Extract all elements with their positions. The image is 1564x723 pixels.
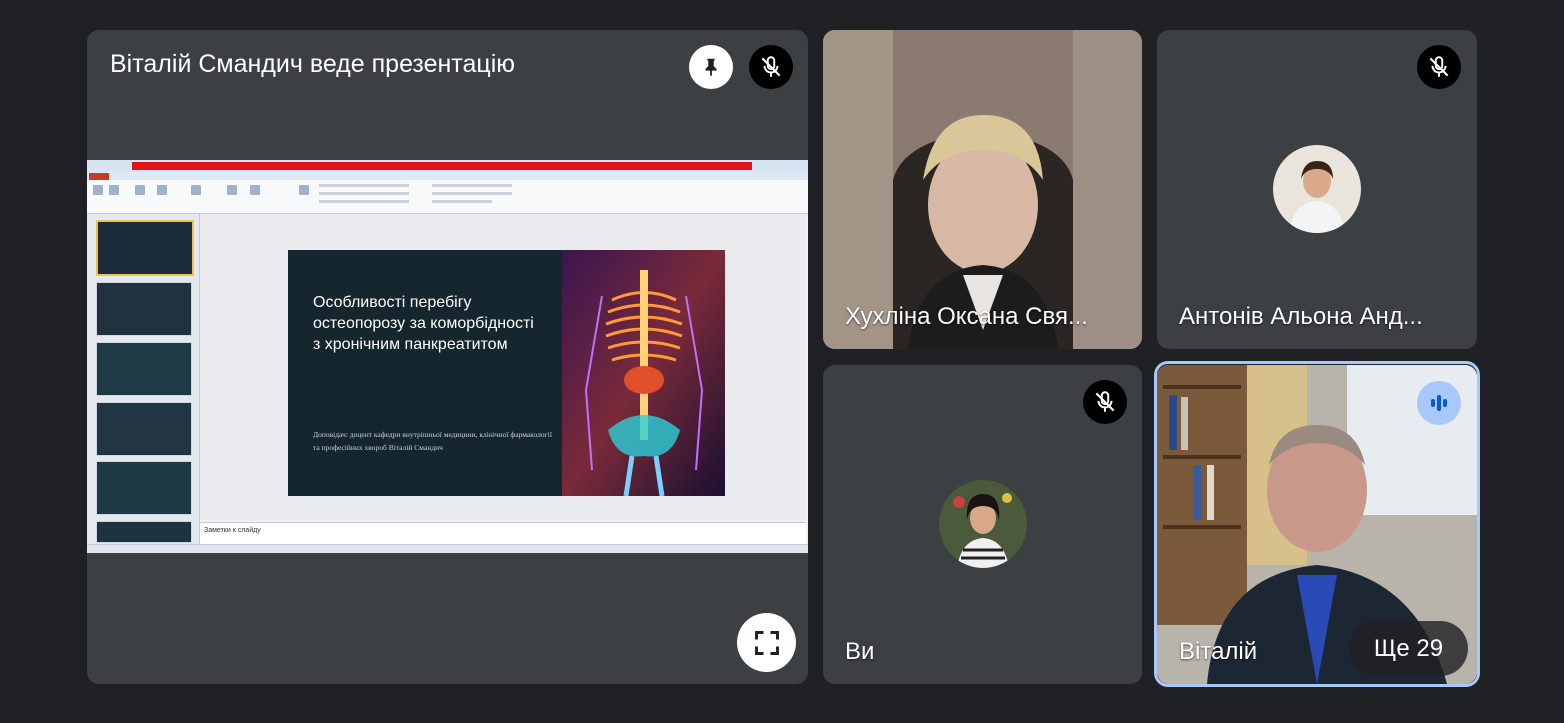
mic-status [1083,380,1127,424]
slide-title: Особливості перебігу остеопорозу за комо… [313,294,534,353]
pin-icon [705,58,717,77]
pin-button[interactable] [689,45,733,89]
slide-subtitle: Доповідач: доцент кафедри внутрішньої ме… [313,430,552,452]
ppt-ribbon [87,180,808,214]
avatar [939,480,1027,568]
slide-thumbnail [96,461,192,515]
participant-name: Хухліна Оксана Свя... [845,303,1088,330]
participant-name: Ви [845,638,875,665]
audio-level-icon [1431,395,1447,411]
participant-video [823,30,1142,349]
mic-off-icon [1095,391,1115,412]
more-participants-button[interactable]: Ще 29 [1349,621,1468,676]
slide-thumbnail [96,282,192,336]
slide-thumbnail [96,220,194,276]
slide-thumbnail [96,342,192,396]
skeleton-illustration [562,250,725,496]
ppt-status-bar [87,544,808,553]
slide-thumbnail [96,402,192,456]
mic-status [1417,45,1461,89]
avatar [1273,145,1361,233]
presentation-title: Віталій Смандич веде презентацію [110,50,516,78]
speaking-indicator [1417,381,1461,425]
fullscreen-button[interactable] [737,613,796,672]
presenter-mic-status [749,45,793,89]
mic-off-icon [1429,56,1449,77]
ppt-slide-list [87,214,200,544]
participant-name: Антонів Альона Анд... [1179,303,1423,330]
mic-off-icon [761,56,781,77]
slide-thumbnail [96,521,192,543]
participant-tile-khukhlina[interactable]: Хухліна Оксана Свя... [823,30,1142,349]
presentation-tile[interactable]: Віталій Смандич веде презентацію Заметки… [87,30,808,684]
ppt-title-bar [87,160,808,172]
current-slide: Особливості перебігу остеопорозу за комо… [288,250,725,496]
ppt-notes: Заметки к слайду [200,522,806,544]
fullscreen-icon [754,630,779,655]
participant-tile-you[interactable]: Ви [823,365,1142,684]
participant-name: Віталій [1179,638,1258,665]
participant-tile-antoniv[interactable]: Антонів Альона Анд... [1157,30,1477,349]
